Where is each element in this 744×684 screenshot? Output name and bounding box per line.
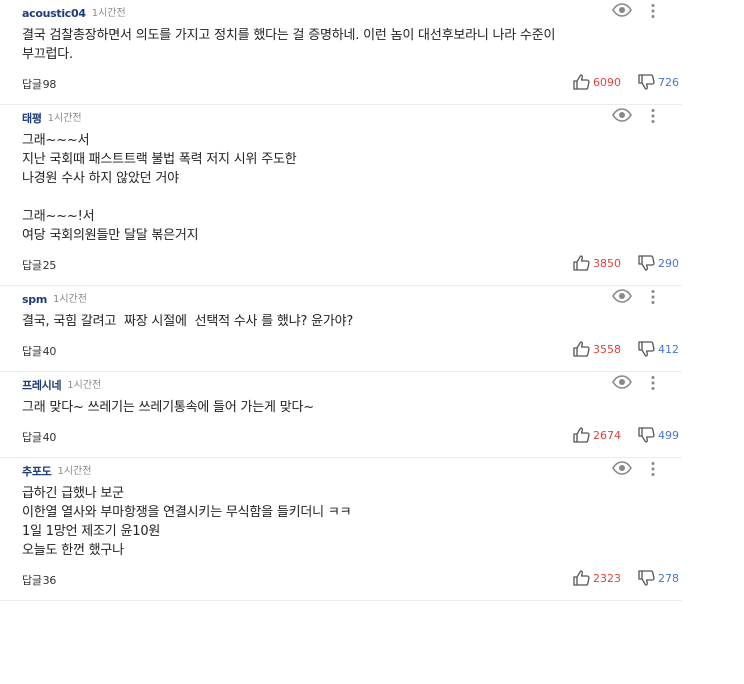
like-button[interactable]: 3558 — [573, 339, 621, 359]
comment-item: acoustic04 1시간전 결국 검찰총장하면서 의도를 가지고 정치를 했… — [0, 0, 682, 105]
comment-body: 급하긴 급했나 보군 이한열 열사와 부마항쟁을 연결시키는 무식함을 들키더니… — [22, 486, 352, 558]
comment-item: spm 1시간전 결국, 국힘 갈려고 짜장 시절에 선택적 수사 를 했냐? … — [0, 286, 682, 372]
dislike-count: 499 — [658, 428, 679, 442]
reply-count: 25 — [42, 259, 57, 272]
like-button[interactable]: 2674 — [573, 425, 621, 445]
thumbs-up-icon — [573, 570, 590, 586]
comment-time: 1시간전 — [47, 113, 82, 124]
like-count: 2323 — [593, 571, 621, 585]
reply-button[interactable]: 답글25 — [22, 257, 56, 273]
dislike-button[interactable]: 290 — [638, 253, 679, 273]
comment-meta: spm 1시간전 — [22, 293, 682, 307]
reply-label: 답글 — [22, 574, 42, 587]
comment-body: 결국, 국힘 갈려고 짜장 시절에 선택적 수사 를 했냐? 윤가야? — [22, 314, 354, 329]
more-vertical-icon[interactable] — [650, 289, 664, 305]
comment-author[interactable]: acoustic04 — [22, 7, 86, 21]
reply-count: 36 — [42, 574, 57, 587]
thumbs-down-icon — [638, 427, 655, 443]
reply-label: 답글 — [22, 259, 42, 272]
comment-item: 프레시네 1시간전 그래 맞다~ 쓰레기는 쓰레기통속에 들어 가는게 맞다~ … — [0, 372, 682, 458]
comment-time: 1시간전 — [91, 8, 126, 19]
dislike-count: 290 — [658, 256, 679, 270]
reply-label: 답글 — [22, 431, 42, 444]
comment-body: 그래 맞다~ 쓰레기는 쓰레기통속에 들어 가는게 맞다~ — [22, 400, 314, 415]
eye-icon[interactable] — [612, 289, 634, 305]
comment-author[interactable]: 프레시네 — [22, 379, 62, 393]
comment-item: 태평 1시간전 그래~~~서 지난 국회때 패스트트랙 불법 폭력 저지 시위 … — [0, 105, 682, 286]
comment-meta: acoustic04 1시간전 — [22, 7, 682, 21]
comment-author[interactable]: 태평 — [22, 112, 42, 126]
dislike-button[interactable]: 726 — [638, 72, 679, 92]
reply-count: 40 — [42, 345, 57, 358]
reply-button[interactable]: 답글40 — [22, 429, 56, 445]
dislike-button[interactable]: 278 — [638, 568, 679, 588]
comment-footer: 답글40 3558 412 — [22, 331, 682, 371]
eye-icon[interactable] — [612, 108, 634, 124]
comment-time: 1시간전 — [57, 466, 92, 477]
comment-footer: 답글25 3850 290 — [22, 245, 682, 285]
comment-meta: 태평 1시간전 — [22, 112, 682, 126]
thumbs-up-icon — [573, 255, 590, 271]
reply-count: 40 — [42, 431, 57, 444]
dislike-button[interactable]: 412 — [638, 339, 679, 359]
comment-footer: 답글98 6090 726 — [22, 64, 682, 104]
like-button[interactable]: 6090 — [573, 72, 621, 92]
eye-icon[interactable] — [612, 375, 634, 391]
reply-button[interactable]: 답글36 — [22, 572, 56, 588]
thumbs-down-icon — [638, 74, 655, 90]
dislike-count: 412 — [658, 342, 679, 356]
comment-meta: 추포도 1시간전 — [22, 465, 682, 479]
like-button[interactable]: 2323 — [573, 568, 621, 588]
reply-count: 98 — [42, 78, 57, 91]
eye-icon[interactable] — [612, 461, 634, 477]
comment-author[interactable]: spm — [22, 293, 47, 307]
comment-item: 추포도 1시간전 급하긴 급했나 보군 이한열 열사와 부마항쟁을 연결시키는 … — [0, 458, 682, 601]
like-count: 2674 — [593, 428, 621, 442]
eye-icon[interactable] — [612, 3, 634, 19]
more-vertical-icon[interactable] — [650, 3, 664, 19]
thumbs-down-icon — [638, 341, 655, 357]
like-count: 3850 — [593, 256, 621, 270]
comment-body: 결국 검찰총장하면서 의도를 가지고 정치를 했다는 걸 증명하네. 이런 놈이… — [22, 28, 556, 62]
thumbs-down-icon — [638, 570, 655, 586]
like-count: 6090 — [593, 75, 621, 89]
comment-author[interactable]: 추포도 — [22, 465, 52, 479]
dislike-button[interactable]: 499 — [638, 425, 679, 445]
reply-label: 답글 — [22, 345, 42, 358]
more-vertical-icon[interactable] — [650, 375, 664, 391]
reply-label: 답글 — [22, 78, 42, 91]
like-count: 3558 — [593, 342, 621, 356]
more-vertical-icon[interactable] — [650, 108, 664, 124]
thumbs-down-icon — [638, 255, 655, 271]
thumbs-up-icon — [573, 427, 590, 443]
comment-list: acoustic04 1시간전 결국 검찰총장하면서 의도를 가지고 정치를 했… — [0, 0, 744, 601]
comment-footer: 답글36 2323 278 — [22, 560, 682, 600]
comment-footer: 답글40 2674 499 — [22, 417, 682, 457]
dislike-count: 726 — [658, 75, 679, 89]
reply-button[interactable]: 답글40 — [22, 343, 56, 359]
thumbs-up-icon — [573, 341, 590, 357]
more-vertical-icon[interactable] — [650, 461, 664, 477]
dislike-count: 278 — [658, 571, 679, 585]
thumbs-up-icon — [573, 74, 590, 90]
reply-button[interactable]: 답글98 — [22, 76, 56, 92]
comment-body: 그래~~~서 지난 국회때 패스트트랙 불법 폭력 저지 시위 주도한 나경원 … — [22, 133, 297, 243]
comment-time: 1시간전 — [52, 294, 87, 305]
comment-time: 1시간전 — [67, 380, 102, 391]
like-button[interactable]: 3850 — [573, 253, 621, 273]
comment-meta: 프레시네 1시간전 — [22, 379, 682, 393]
